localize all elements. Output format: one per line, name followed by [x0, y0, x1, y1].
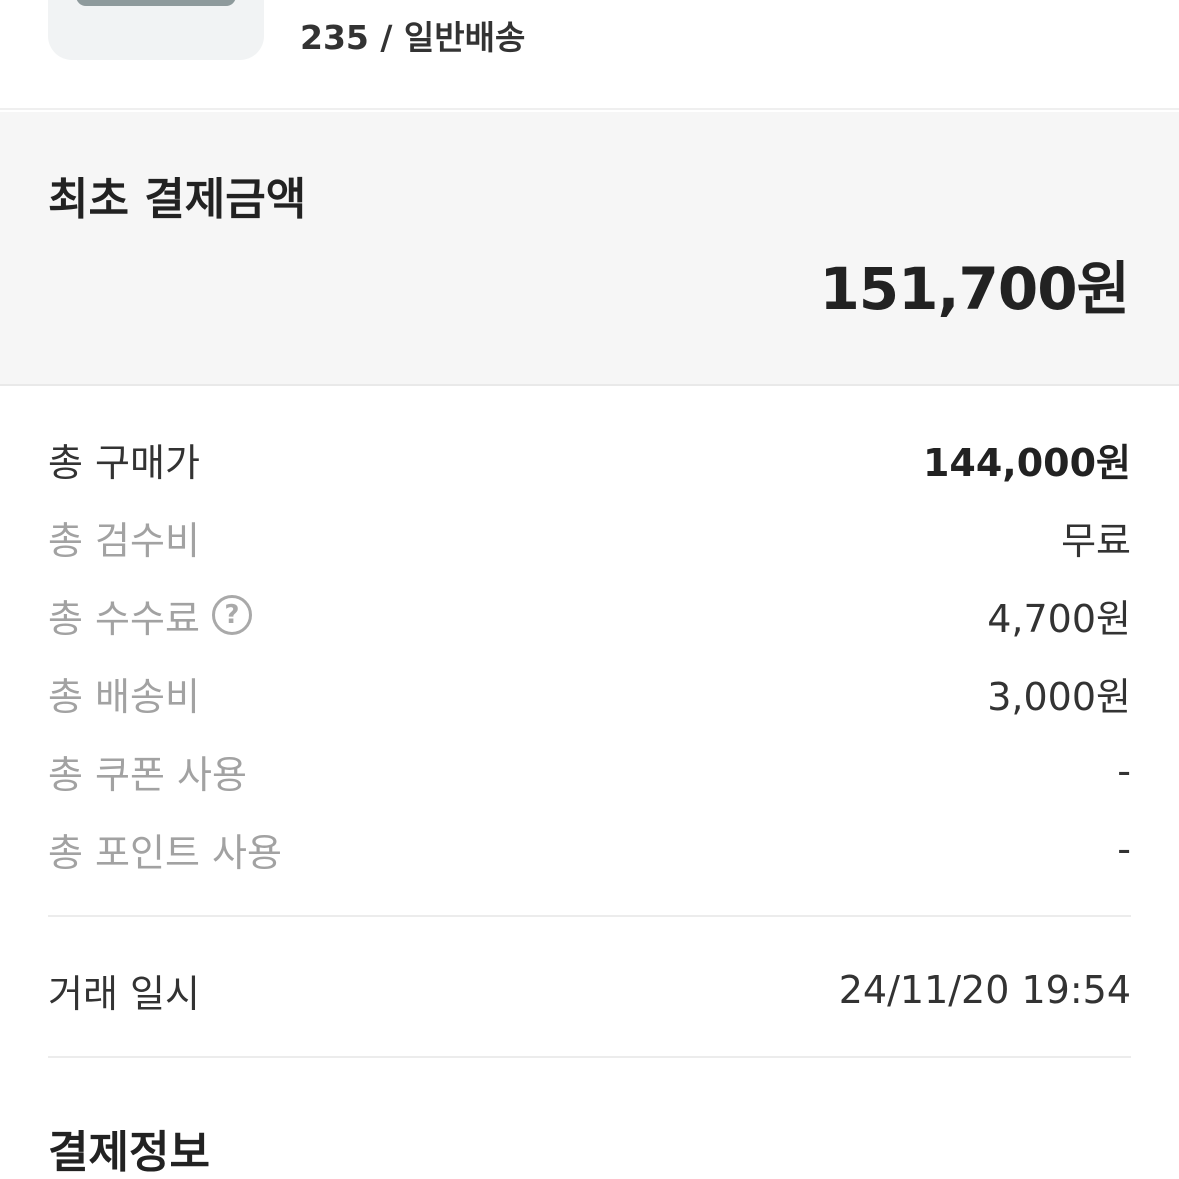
payment-info-title: 결제정보 — [48, 1127, 210, 1178]
total-shipping-fee-value: 3,000원 — [987, 674, 1131, 719]
total-inspection-fee-value: 무료 — [1061, 518, 1131, 563]
total-commission-label: 총 수수료 — [48, 596, 200, 641]
price-breakdown: 총 구매가 144,000원 총 검수비 무료 총 수수료 ? 4,700원 총… — [48, 420, 1131, 888]
transaction-datetime-row: 거래 일시 24/11/20 19:54 — [48, 950, 1131, 1030]
total-commission-row: 총 수수료 ? 4,700원 — [48, 576, 1131, 654]
total-commission-label-wrap: 총 수수료 ? — [48, 588, 252, 643]
transaction-datetime-value: 24/11/20 19:54 — [838, 968, 1131, 1012]
total-commission-value: 4,700원 — [987, 596, 1131, 641]
order-detail-page: 235 / 일반배송 최초 결제금액 151,700원 총 구매가 144,00… — [0, 0, 1179, 1179]
product-summary: 235 / 일반배송 — [0, 0, 1179, 110]
total-shipping-fee-label: 총 배송비 — [48, 674, 200, 719]
divider — [48, 1056, 1131, 1058]
total-purchase-price-row: 총 구매가 144,000원 — [48, 420, 1131, 498]
total-points-value: - — [1117, 827, 1131, 871]
help-icon[interactable]: ? — [211, 595, 252, 635]
initial-payment-amount: 151,700원 — [819, 255, 1130, 323]
total-coupon-row: 총 쿠폰 사용 - — [48, 732, 1131, 810]
shoe-image — [76, 0, 236, 6]
total-purchase-price-label: 총 구매가 — [48, 440, 200, 485]
total-shipping-fee-row: 총 배송비 3,000원 — [48, 654, 1131, 732]
total-purchase-price-value: 144,000원 — [922, 440, 1131, 485]
initial-payment-section: 최초 결제금액 151,700원 — [0, 112, 1179, 386]
product-option: 235 / 일반배송 — [300, 18, 526, 57]
initial-payment-title: 최초 결제금액 — [48, 174, 307, 225]
total-points-row: 총 포인트 사용 - — [48, 810, 1131, 888]
total-inspection-fee-label: 총 검수비 — [48, 518, 200, 563]
transaction-datetime-label: 거래 일시 — [48, 971, 200, 1016]
product-thumbnail[interactable] — [48, 0, 264, 60]
divider — [48, 915, 1131, 917]
total-coupon-label: 총 쿠폰 사용 — [48, 752, 247, 797]
total-points-label: 총 포인트 사용 — [48, 830, 282, 875]
total-inspection-fee-row: 총 검수비 무료 — [48, 498, 1131, 576]
total-coupon-value: - — [1117, 749, 1131, 793]
